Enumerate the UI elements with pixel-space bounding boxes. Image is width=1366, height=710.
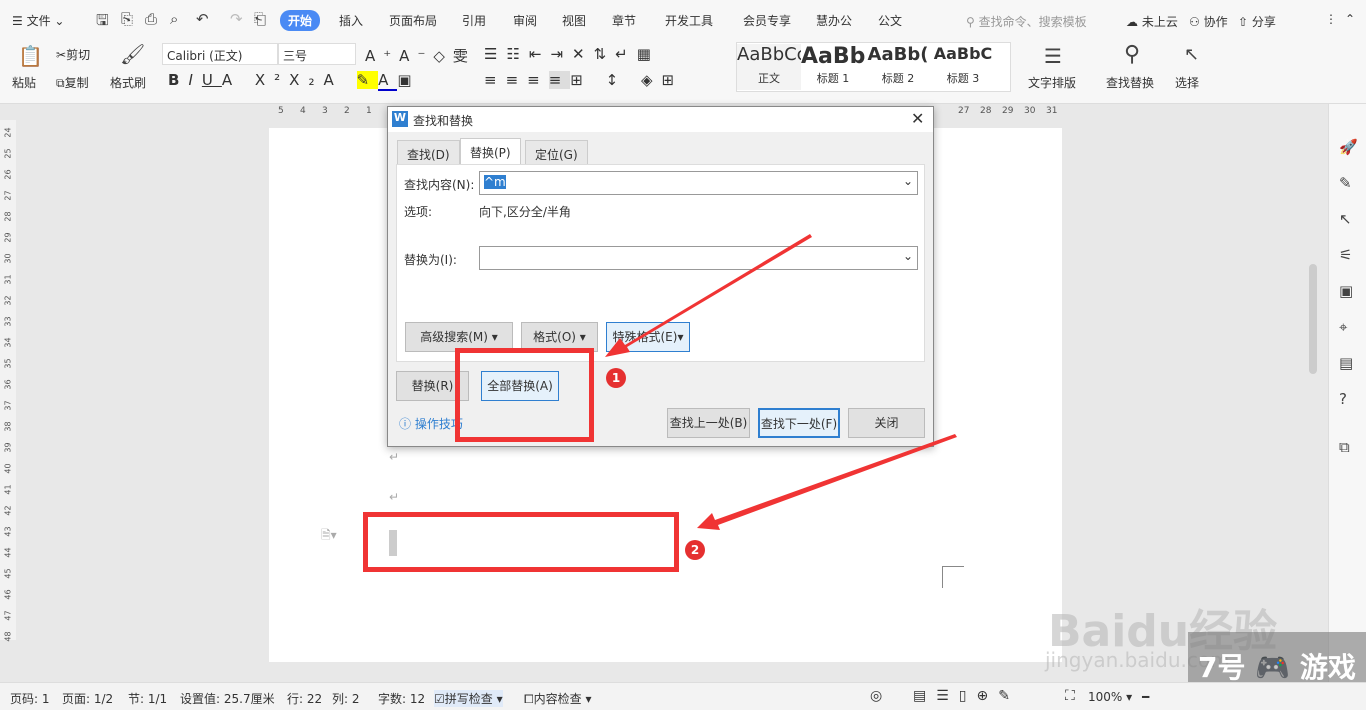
fit-icon[interactable]: ⛶ xyxy=(1065,688,1075,704)
zoom-level[interactable]: 100% ▾ xyxy=(1088,690,1132,704)
step-badge-1: 1 xyxy=(606,368,626,388)
status-words[interactable]: 字数: 12 xyxy=(378,690,425,707)
status-pages: 页面: 1/2 xyxy=(62,692,114,706)
arrow-2 xyxy=(697,434,957,530)
zoom-out-icon[interactable]: ━ xyxy=(1142,690,1149,704)
spell-check-button[interactable]: ☑拼写检查 ▾ xyxy=(434,690,503,707)
status-row: 行: 22 xyxy=(287,692,323,706)
arrow-1 xyxy=(605,234,812,357)
content-label: 内容检查 xyxy=(533,692,582,706)
status-setting: 设置值: 25.7厘米 xyxy=(180,692,275,706)
highlight-box-2 xyxy=(363,512,679,572)
eye-protect-icon[interactable]: ◎ xyxy=(870,688,882,704)
spell-label: 拼写检查 xyxy=(444,692,493,706)
highlight-box-1 xyxy=(455,348,594,442)
status-section: 节: 1/1 xyxy=(128,692,168,706)
status-col: 列: 2 xyxy=(332,692,360,706)
content-check-button[interactable]: ⧠内容检查 ▾ xyxy=(524,690,591,707)
view-mode-icons[interactable]: ▤☰▯⊕✎ xyxy=(913,688,1020,704)
zoom-value: 100% xyxy=(1088,690,1123,704)
status-page: 页码: 1 xyxy=(10,692,50,706)
step-badge-2: 2 xyxy=(685,540,705,560)
status-bar: 页码: 1 页面: 1/2 节: 1/1 设置值: 25.7厘米 行: 22 列… xyxy=(0,682,1366,710)
